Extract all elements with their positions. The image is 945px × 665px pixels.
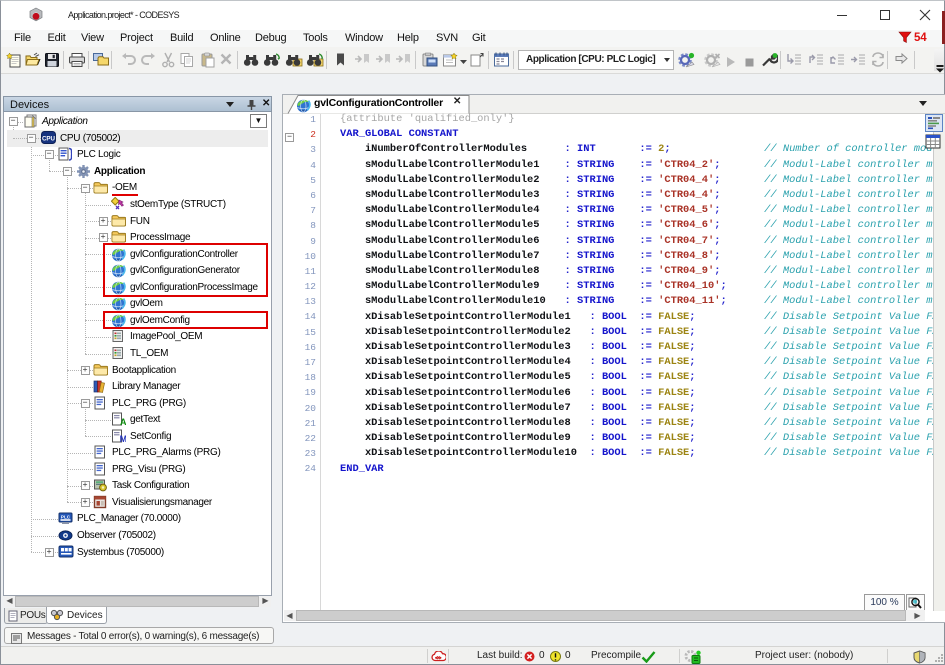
svg-text:A: A [120, 417, 126, 426]
svg-text:PLC: PLC [61, 514, 71, 519]
svg-text:CPU: CPU [41, 135, 55, 142]
svg-text:M: M [119, 434, 125, 443]
